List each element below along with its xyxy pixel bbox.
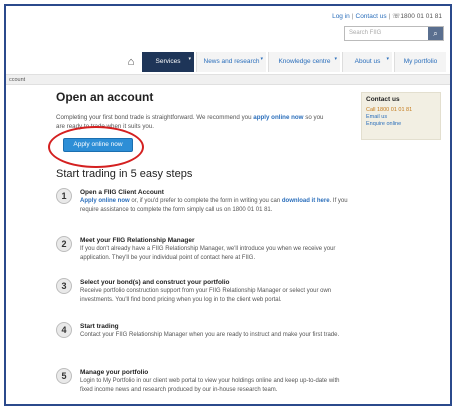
nav-item-my-portfolio[interactable]: My portfolio (394, 52, 446, 72)
nav-item-label: About us (354, 58, 381, 65)
step-number: 4 (56, 322, 72, 338)
search-icon[interactable]: ⌕ (428, 27, 443, 40)
nav-item-label: Services (155, 58, 181, 65)
contact-heading: Contact us (366, 96, 400, 103)
nav-item-news-research[interactable]: News and research ▾ (196, 52, 266, 72)
steps-heading: Start trading in 5 easy steps (56, 168, 193, 180)
step-title: Open a FIIG Client Account (80, 189, 164, 196)
step-title: Start trading (80, 323, 119, 330)
intro-text-b: so you (303, 114, 324, 121)
breadcrumb-text: ccount (9, 77, 26, 83)
call-number: Call 1800 01 01 81 (366, 107, 413, 113)
caret-icon: ▾ (188, 56, 191, 62)
step-title: Meet your FIIG Relationship Manager (80, 237, 195, 244)
phone-number: 1800 01 01 81 (400, 13, 442, 20)
contact-link[interactable]: Contact us (356, 13, 387, 20)
step-number: 1 (56, 188, 72, 204)
apply-online-button[interactable]: Apply online now (63, 138, 133, 152)
step-text: Contact your FIIG Relationship Manager w… (80, 332, 340, 338)
step-title: Select your bond(s) and construct your p… (80, 279, 230, 286)
step-number: 5 (56, 368, 72, 384)
step-text-a: or, if you'd prefer to complete the form… (129, 198, 282, 204)
nav-item-label: News and research (203, 58, 260, 65)
login-link[interactable]: Log in (332, 13, 350, 20)
nav-item-label: My portfolio (403, 58, 438, 65)
main-nav: ⌂ Services ▾ News and research ▾ Knowled… (122, 52, 448, 72)
step-number: 3 (56, 278, 72, 294)
intro-text-a: Completing your first bond trade is stra… (56, 114, 254, 121)
step-title: Manage your portfolio (80, 369, 149, 376)
step-text: Login to My Portfolio in our client web … (80, 378, 340, 393)
step-text: If you don't already have a FIIG Relatio… (80, 246, 336, 261)
download-link[interactable]: download it here (282, 198, 330, 204)
search-input[interactable]: Search FIIG ⌕ (344, 26, 444, 41)
search-placeholder: Search FIIG (349, 30, 382, 36)
apply-online-link[interactable]: apply online now (253, 114, 303, 121)
email-link[interactable]: Email us (366, 114, 436, 121)
contact-panel: Contact us Call 1800 01 01 81 Email us E… (361, 92, 441, 140)
caret-icon: ▾ (334, 56, 337, 62)
apply-online-link[interactable]: Apply online now (80, 198, 130, 204)
home-icon[interactable]: ⌂ (122, 52, 140, 72)
separator: | (351, 13, 354, 20)
nav-item-knowledge-centre[interactable]: Knowledge centre ▾ (268, 52, 340, 72)
step-text: Receive portfolio construction support f… (80, 288, 332, 303)
page-title: Open an account (56, 90, 154, 104)
utility-links: Log in | Contact us | ☏1800 01 01 81 (332, 12, 442, 20)
nav-item-about-us[interactable]: About us ▾ (342, 52, 392, 72)
caret-icon: ▾ (260, 56, 263, 62)
step-number: 2 (56, 236, 72, 252)
nav-item-label: Knowledge centre (278, 58, 331, 65)
separator: | (388, 13, 391, 20)
nav-item-services[interactable]: Services ▾ (142, 52, 194, 72)
breadcrumb: ccount (6, 74, 450, 85)
screenshot-frame: Log in | Contact us | ☏1800 01 01 81 Search … (4, 4, 452, 406)
enquire-link[interactable]: Enquire online (366, 121, 436, 128)
step-text: Apply online now or, if you'd prefer to … (80, 197, 350, 214)
caret-icon: ▾ (386, 56, 389, 62)
